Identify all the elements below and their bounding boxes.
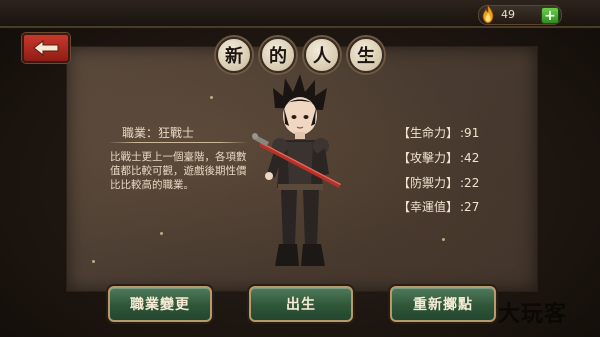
resource-value: 49 [501,8,515,21]
stat-label: 【防禦力】 [398,176,459,190]
resource-counter: 49 + [478,4,562,25]
stat-value: :22 [460,176,480,190]
back-arrow-icon [33,40,59,56]
stat-label: 【幸運值】 [398,200,459,214]
change-class-button[interactable]: 職業變更 [108,286,212,322]
reroll-button[interactable]: 重新擲點 [390,286,496,322]
stat-attack: 【攻擊力】:42 [398,149,479,166]
stat-luck: 【幸運值】:27 [398,198,479,215]
sparkle [442,238,445,241]
stat-label: 【攻擊力】 [398,151,459,165]
stat-hp: 【生命力】:91 [398,124,479,141]
warrior-figure [252,74,341,266]
sparkle [210,96,213,99]
stat-value: :27 [460,200,480,214]
sparkle [160,232,163,235]
stat-defense: 【防禦力】:22 [398,174,479,191]
birth-button[interactable]: 出生 [249,286,353,322]
sparkle [365,56,368,59]
sparkle [92,260,95,263]
watermark-logo: 大玩客 [498,301,568,327]
stat-value: :91 [460,126,480,140]
class-label: 職業：狂戰士 [122,126,195,140]
back-button[interactable] [22,33,70,63]
add-resource-button[interactable]: + [541,7,559,24]
flame-icon [482,4,494,24]
stat-value: :42 [460,151,480,165]
character-portrait [245,66,355,276]
stat-label: 【生命力】 [398,126,459,140]
divider [108,142,248,143]
class-description: 比戰士更上一個臺階，各項數值都比較可觀，遊戲後期性價比比較高的職業。 [110,151,247,191]
